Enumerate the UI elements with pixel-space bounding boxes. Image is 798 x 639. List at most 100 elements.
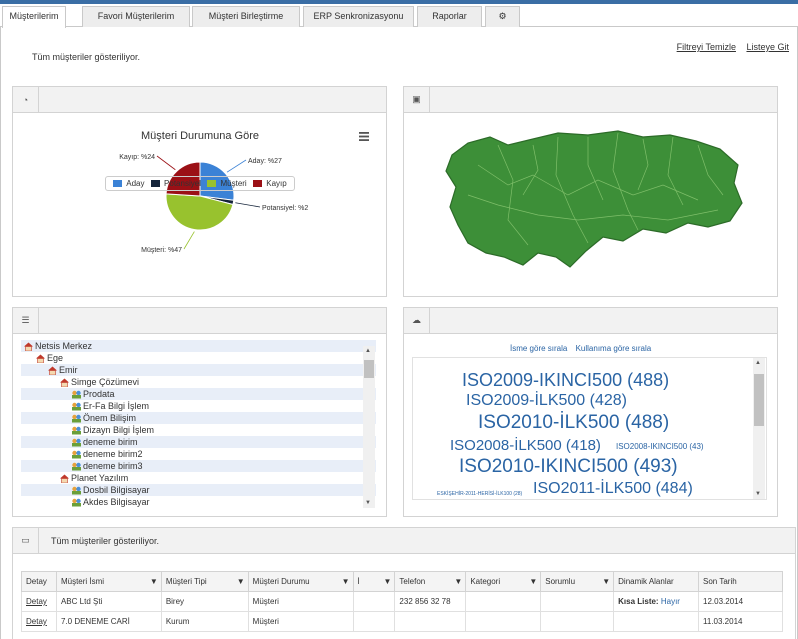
scroll-thumb[interactable] [364, 360, 374, 378]
filter-icon[interactable]: ▼ [342, 577, 350, 586]
gear-icon: ⚙ [498, 11, 507, 21]
table-row: Detay ABC Ltd Şti Birey Müşteri 232 856 … [21, 591, 783, 612]
chart-panel-header: ◔ [13, 87, 386, 113]
tree-node[interactable]: Ege [21, 352, 376, 364]
grid-panel-header: ▭ Tüm müşteriler gösteriliyor. [13, 528, 795, 554]
scroll-down-icon[interactable]: ▼ [755, 491, 761, 497]
cell-date: 12.03.2014 [698, 591, 783, 612]
tree-node[interactable]: deneme birim [21, 436, 376, 448]
org-tree: Netsis Merkez Ege Emir Simge Çözümevi Prodat… [21, 340, 376, 508]
filter-icon[interactable]: ▼ [237, 577, 245, 586]
cloud-tag[interactable]: ISO2010-IKINCI500 (493) [459, 456, 678, 478]
tab-bar: Müşterilerim Favori Müşterilerim Müşteri… [0, 4, 798, 28]
cloud-tag[interactable]: ISO2008-IKINCI500 (43) [616, 442, 704, 451]
tab-settings[interactable]: ⚙ [485, 6, 520, 27]
tree-node[interactable]: Dosbil Bilgisayar [21, 484, 376, 496]
cell-phone: 232 856 32 78 [394, 591, 467, 612]
col-telefon[interactable]: Telefon ▼ [394, 571, 467, 592]
dynamic-value[interactable]: Hayır [661, 597, 680, 606]
tab-musterilerim[interactable]: Müşterilerim [2, 6, 66, 28]
image-icon[interactable]: ▣ [404, 87, 430, 112]
tree-node[interactable]: Emir [21, 364, 376, 376]
tree-node[interactable]: Akdes Bilgisayar [21, 496, 376, 508]
legend-item-kayip[interactable]: Kayıp [253, 179, 287, 188]
filter-icon[interactable]: ▼ [150, 577, 158, 586]
tree-node[interactable]: Önem Bilişim [21, 412, 376, 424]
tree-node[interactable]: Dizayn Bilgi İşlem [21, 424, 376, 436]
scroll-thumb[interactable] [754, 374, 764, 426]
cloud-icon[interactable]: ☁ [404, 308, 430, 333]
tab-raporlar[interactable]: Raporlar [417, 6, 482, 27]
cloud-tag[interactable]: ISO2011-İLK500 (484) [533, 480, 693, 498]
tree-node[interactable]: deneme birim3 [21, 460, 376, 472]
unit-icon [71, 462, 82, 471]
col-son-tarih[interactable]: Son Tarih [698, 571, 783, 592]
turkey-map[interactable] [438, 125, 748, 275]
unit-icon [71, 426, 82, 435]
chart-title: Müşteri Durumuna Göre [141, 130, 259, 142]
tree-node[interactable]: Netsis Merkez [21, 340, 376, 352]
cell-dynamic: Kısa Liste: Hayır [613, 591, 700, 612]
sort-by-usage-link[interactable]: Kullanıma göre sırala [576, 344, 652, 353]
cloud-tag[interactable]: ESKİŞEHİR-2011-HERİSİ-İLK100 (28) [437, 491, 522, 497]
tab-musteri-birlestirme[interactable]: Müşteri Birleştirme [192, 6, 300, 27]
filter-icon[interactable]: ▼ [529, 577, 537, 586]
scroll-up-icon[interactable]: ▲ [755, 360, 761, 366]
legend-label: Aday [126, 179, 145, 188]
legend-item-aday[interactable]: Aday [113, 179, 145, 188]
list-icon[interactable]: ☰ [13, 308, 39, 333]
clear-filter-link[interactable]: Filtreyi Temizle [677, 42, 736, 52]
tree-node[interactable]: Planet Yazılım [21, 472, 376, 484]
pie-label-connector [156, 155, 176, 171]
col-musteri-ismi[interactable]: Müşteri İsmi ▼ [55, 571, 162, 592]
cell-type: Kurum [160, 611, 249, 632]
tree-node-label: deneme birim2 [83, 449, 143, 459]
legend-item-musteri[interactable]: Müşteri [207, 179, 247, 188]
list-view-link[interactable]: Listeye Git [746, 42, 789, 52]
filter-icon[interactable]: ▼ [602, 577, 610, 586]
top-links: Filtreyi Temizle Listeye Git [669, 42, 789, 52]
dynamic-label: Kısa Liste: [618, 597, 659, 606]
table-header-row: Detay Müşteri İsmi ▼ Müşteri Tipi ▼ Müşter… [21, 571, 783, 592]
tree-node[interactable]: Er-Fa Bilgi İşlem [21, 400, 376, 412]
filter-icon[interactable]: ▼ [384, 577, 392, 586]
cloud-tag[interactable]: ISO2009-İLK500 (428) [466, 392, 627, 410]
col-i[interactable]: İ ▼ [352, 571, 396, 592]
pie-data-label: Aday: %27 [248, 158, 282, 165]
detail-link[interactable]: Detay [26, 597, 47, 606]
cell-date: 11.03.2014 [698, 611, 783, 632]
scroll-up-icon[interactable]: ▲ [365, 348, 371, 354]
col-musteri-durumu[interactable]: Müşteri Durumu ▼ [247, 571, 354, 592]
cloud-tag[interactable]: ISO2009-IKINCI500 (488) [462, 370, 669, 391]
map-shape [445, 130, 743, 268]
scroll-down-icon[interactable]: ▼ [365, 500, 371, 506]
menu-icon[interactable] [359, 132, 369, 141]
tab-erp-senkronizasyonu[interactable]: ERP Senkronizasyonu [303, 6, 414, 27]
tab-favori-musterilerim[interactable]: Favori Müşterilerim [82, 6, 190, 27]
col-musteri-tipi[interactable]: Müşteri Tipi ▼ [160, 571, 249, 592]
detail-link[interactable]: Detay [26, 617, 47, 626]
filter-icon[interactable]: ▼ [454, 577, 462, 586]
cloud-tag[interactable]: ISO2008-İLK500 (418) [450, 437, 601, 454]
pie-chart-icon[interactable]: ◔ [13, 87, 39, 112]
cell-category [465, 611, 542, 632]
tree-node[interactable]: Prodata [21, 388, 376, 400]
cell-i [352, 591, 396, 612]
grid-icon[interactable]: ▭ [13, 528, 39, 553]
tree-node-label: Ege [47, 353, 64, 363]
cloud-scrollbar[interactable]: ▲ ▼ [753, 358, 765, 499]
col-dinamik-alanlar: Dinamik Alanlar [613, 571, 700, 592]
cloud-tag[interactable]: ISO2010-İLK500 (488) [478, 412, 669, 434]
tree-node[interactable]: Simge Çözümevi [21, 376, 376, 388]
unit-icon [71, 438, 82, 447]
unit-icon [71, 390, 82, 399]
legend-item-potansiyel[interactable]: Potansiyel [151, 179, 201, 188]
sort-by-name-link[interactable]: İsme göre sırala [510, 344, 567, 353]
house-icon [35, 354, 46, 364]
col-sorumlu[interactable]: Sorumlu ▼ [540, 571, 615, 592]
cell-name: 7.0 DENEME CARİ [55, 611, 162, 632]
tree-node[interactable]: deneme birim2 [21, 448, 376, 460]
tree-scrollbar[interactable]: ▲ ▼ [363, 346, 375, 508]
tree-node-label: Akdes Bilgisayar [83, 497, 150, 507]
col-kategori[interactable]: Kategori ▼ [465, 571, 542, 592]
